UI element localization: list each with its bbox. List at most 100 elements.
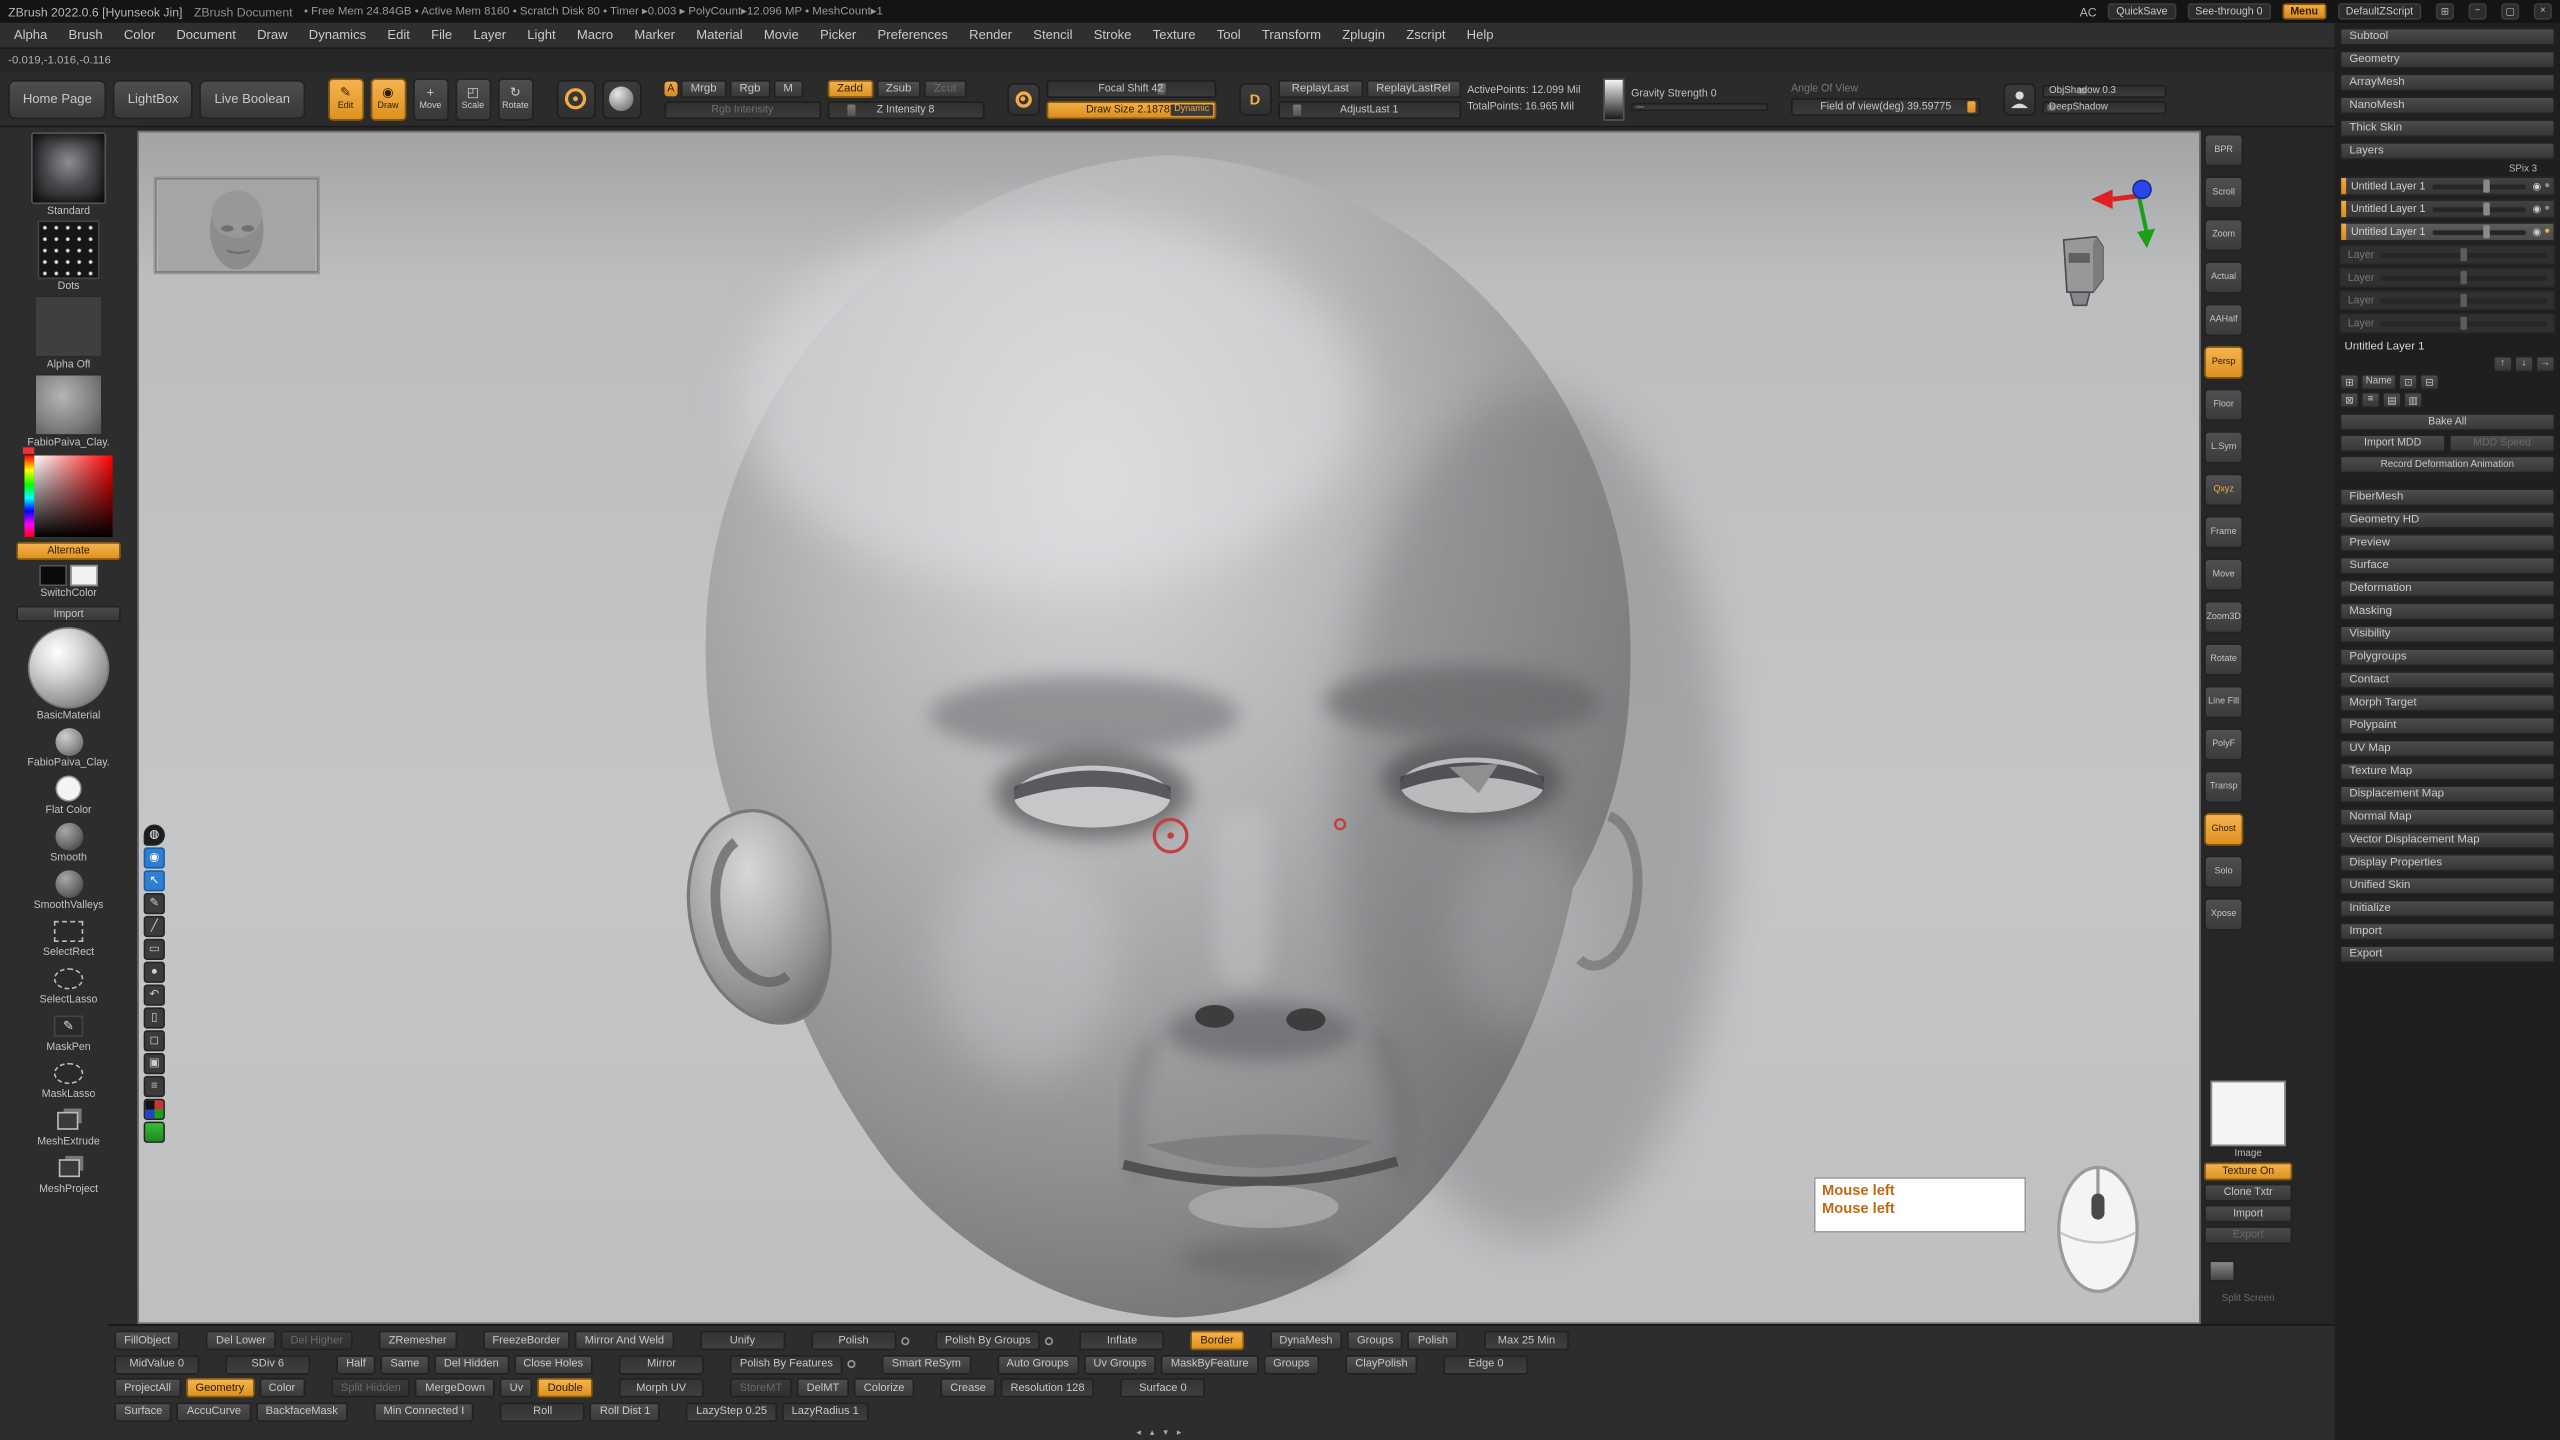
claypolish-button[interactable]: ClayPolish (1345, 1354, 1417, 1374)
accucurve-button[interactable]: AccuCurve (177, 1402, 251, 1422)
lightbox-button[interactable]: LightBox (113, 79, 193, 118)
persp-button[interactable]: Persp (2204, 346, 2243, 379)
sdiv-6-button[interactable]: SDiv 6 (225, 1354, 310, 1374)
head-thumbnail[interactable] (155, 178, 318, 273)
apps-grid-icon[interactable]: ⊞ (2436, 3, 2454, 19)
polish-mode-dot[interactable] (901, 1336, 909, 1344)
menu-document[interactable]: Document (166, 23, 247, 47)
layer-merge-icon[interactable]: ▤ (2382, 392, 2402, 408)
palette-item-selectrect[interactable]: SelectRect (43, 916, 94, 962)
rotate-button[interactable]: Rotate (2204, 643, 2243, 676)
menu-dynamics[interactable]: Dynamics (298, 23, 377, 47)
layer-slider-knob[interactable] (2461, 271, 2468, 284)
stroke-ball-preview[interactable] (602, 79, 641, 118)
palette-item-smooth[interactable]: Smooth (50, 821, 87, 867)
layer-row[interactable]: Layer (2340, 245, 2556, 265)
section-unified-skin[interactable]: Unified Skin (2340, 877, 2556, 895)
section-polygroups[interactable]: Polygroups (2340, 648, 2556, 666)
scroll-button[interactable]: Scroll (2204, 176, 2243, 209)
palette-item-smoothvalleys[interactable]: SmoothValleys (34, 869, 104, 915)
menu-light[interactable]: Light (517, 23, 567, 47)
import-color-button[interactable]: Import (16, 606, 120, 622)
dynamic-toggle[interactable]: Dynamic (1171, 104, 1212, 115)
z-intensity-slider[interactable]: Z Intensity 8 (827, 100, 984, 118)
brush-ring-preview[interactable] (556, 79, 595, 118)
section-geometry-hd[interactable]: Geometry HD (2340, 511, 2556, 529)
layer-row[interactable]: Untitled Layer 1◉● (2340, 222, 2556, 242)
section-surface[interactable]: Surface (2340, 557, 2556, 575)
section-texture-map[interactable]: Texture Map (2340, 762, 2556, 780)
layer-slider-knob[interactable] (2484, 180, 2491, 193)
section-uv-map[interactable]: UV Map (2340, 740, 2556, 758)
texture-image-thumb[interactable] (2211, 1081, 2286, 1146)
menu-preferences[interactable]: Preferences (867, 23, 959, 47)
lazystep-0-25-button[interactable]: LazyStep 0.25 (686, 1402, 777, 1422)
section-thick-skin[interactable]: Thick Skin (2340, 119, 2556, 137)
replay-last-button[interactable]: ReplayLast (1278, 79, 1363, 97)
backfacemask-button[interactable]: BackfaceMask (256, 1402, 348, 1422)
menu-layer[interactable]: Layer (463, 23, 517, 47)
gravity-knob[interactable] (1635, 105, 1643, 107)
import-mdd-button[interactable]: Import MDD (2340, 434, 2446, 452)
palette-item-meshproject[interactable]: MeshProject (39, 1153, 98, 1199)
storemt-button[interactable]: StoreMT (730, 1378, 792, 1398)
polish-button[interactable]: Polish (811, 1331, 896, 1351)
layer-slider-knob[interactable] (2484, 225, 2491, 238)
focal-shift-slider[interactable]: Focal Shift 42 (1046, 79, 1216, 97)
menu-color[interactable]: Color (113, 23, 165, 47)
layer-row[interactable]: Untitled Layer 1◉● (2340, 199, 2556, 219)
layer-slider-knob[interactable] (2461, 317, 2468, 330)
green-swatch-icon[interactable] (144, 1122, 165, 1143)
pen-icon[interactable]: ╱ (144, 916, 165, 937)
hue-strip[interactable] (24, 456, 34, 538)
menu-stroke[interactable]: Stroke (1083, 23, 1142, 47)
current-material-preview[interactable] (28, 627, 110, 709)
uv-groups-button[interactable]: Uv Groups (1084, 1354, 1157, 1374)
home-page-button[interactable]: Home Page (8, 79, 106, 118)
palette-item-selectlasso[interactable]: SelectLasso (40, 963, 98, 1009)
menu-button[interactable]: Menu (2282, 3, 2326, 19)
mrgb-button[interactable]: Mrgb (681, 79, 727, 97)
field-of-view-knob[interactable] (1967, 100, 1975, 111)
groups-button[interactable]: Groups (1263, 1354, 1319, 1374)
section-polypaint[interactable]: Polypaint (2340, 717, 2556, 735)
gravity-alpha-thumb[interactable] (1603, 78, 1624, 120)
section-displacement-map[interactable]: Displacement Map (2340, 785, 2556, 803)
uv-button[interactable]: Uv (500, 1378, 533, 1398)
zoom3d-button[interactable]: Zoom3D (2204, 601, 2243, 634)
section-normal-map[interactable]: Normal Map (2340, 808, 2556, 826)
midvalue-0-button[interactable]: MidValue 0 (114, 1354, 199, 1374)
layer-eye-icon[interactable]: ◉ (2532, 203, 2541, 214)
camera-head-icon[interactable] (2051, 230, 2116, 312)
edge-0-button[interactable]: Edge 0 (1444, 1354, 1529, 1374)
switch-color-label[interactable]: SwitchColor (40, 588, 97, 599)
menu-alpha[interactable]: Alpha (3, 23, 58, 47)
min-connected-i-button[interactable]: Min Connected I (374, 1402, 474, 1422)
move-button[interactable]: Move (2204, 558, 2243, 591)
section-contact[interactable]: Contact (2340, 671, 2556, 689)
menu-stencil[interactable]: Stencil (1023, 23, 1083, 47)
bake-all-button[interactable]: Bake All (2340, 413, 2556, 431)
layer-delete-icon[interactable]: ⊟ (2420, 374, 2440, 390)
surface-0-button[interactable]: Surface 0 (1120, 1378, 1205, 1398)
rgb-button[interactable]: Rgb (730, 79, 771, 97)
layer-record-icon[interactable]: ● (2544, 227, 2550, 237)
maskbyfeature-button[interactable]: MaskByFeature (1161, 1354, 1258, 1374)
spix-slider[interactable]: SPix 3 (2509, 165, 2537, 175)
polish-button[interactable]: Polish (1408, 1331, 1458, 1351)
undo-icon[interactable]: ↶ (144, 984, 165, 1005)
section-fibermesh[interactable]: FiberMesh (2340, 488, 2556, 506)
layer-intensity-slider[interactable] (2432, 184, 2526, 189)
layer-intensity-slider[interactable] (2432, 229, 2526, 234)
alpha-thumbnail[interactable] (34, 296, 103, 358)
section-masking[interactable]: Masking (2340, 602, 2556, 620)
see-through-slider[interactable]: See-through 0 (2187, 3, 2271, 19)
layer-record-icon[interactable]: → (2536, 356, 2556, 372)
del-hidden-button[interactable]: Del Hidden (434, 1354, 509, 1374)
menu-transform[interactable]: Transform (1251, 23, 1331, 47)
list-icon[interactable]: ≡ (144, 1076, 165, 1097)
brush-thumbnail[interactable] (31, 132, 106, 204)
brush-icon[interactable]: ✎ (144, 893, 165, 914)
actual-button[interactable]: Actual (2204, 261, 2243, 294)
bpr-button[interactable]: BPR (2204, 134, 2243, 167)
